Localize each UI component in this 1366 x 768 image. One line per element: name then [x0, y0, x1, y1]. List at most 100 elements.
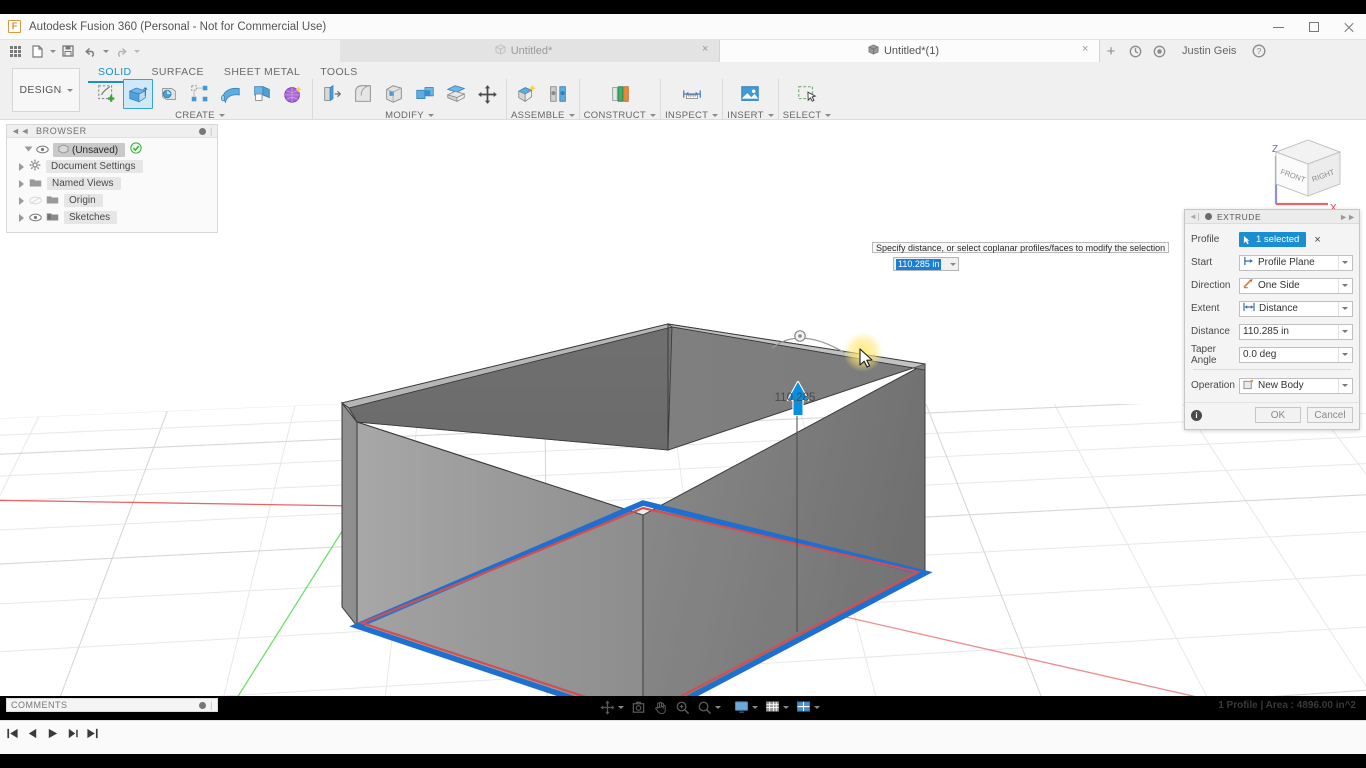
- joint-button[interactable]: [543, 79, 573, 109]
- job-status-icon[interactable]: [1124, 41, 1146, 61]
- sweep-button[interactable]: [216, 79, 246, 109]
- browser-item-document-settings[interactable]: Document Settings: [7, 158, 217, 175]
- browser-root-label[interactable]: (Unsaved): [53, 142, 126, 157]
- browser-item-named-views[interactable]: Named Views: [7, 175, 217, 192]
- close-button[interactable]: [1331, 14, 1366, 40]
- taper-angle-value[interactable]: 0.0 deg: [1243, 349, 1334, 360]
- workspace-switcher-button[interactable]: DESIGN: [12, 68, 80, 112]
- new-sketch-button[interactable]: [92, 79, 122, 109]
- measure-button[interactable]: [677, 79, 707, 109]
- fillet-button[interactable]: [348, 79, 378, 109]
- chevron-down-icon[interactable]: [1338, 324, 1350, 339]
- chevron-down-icon[interactable]: [1338, 347, 1350, 362]
- timeline-step-forward-button[interactable]: [66, 727, 79, 740]
- close-icon[interactable]: ×: [1082, 44, 1091, 55]
- browser-resize-grip[interactable]: |: [210, 126, 213, 136]
- expand-triangle-icon[interactable]: [19, 213, 24, 222]
- drag-grip-icon[interactable]: ◄|: [1189, 212, 1200, 221]
- document-tab-1[interactable]: Untitled*(1) ×: [720, 40, 1100, 62]
- chevron-down-icon[interactable]: [950, 262, 956, 266]
- comments-options-icon[interactable]: [199, 701, 207, 709]
- chevron-down-icon[interactable]: [618, 705, 624, 709]
- user-name-label[interactable]: Justin Geis: [1172, 45, 1246, 57]
- combine-button[interactable]: [410, 79, 440, 109]
- undo-icon[interactable]: [80, 42, 100, 60]
- chevron-down-icon[interactable]: [814, 705, 820, 709]
- comments-resize-grip[interactable]: |: [210, 700, 213, 710]
- direction-combo[interactable]: One Side: [1239, 277, 1353, 294]
- eye-icon[interactable]: [29, 196, 42, 206]
- new-tab-button[interactable]: +: [1100, 41, 1122, 61]
- file-icon[interactable]: [27, 42, 47, 60]
- rectangular-pattern-button[interactable]: [185, 79, 215, 109]
- split-body-button[interactable]: [441, 79, 471, 109]
- create-form-button[interactable]: [278, 79, 308, 109]
- move-copy-button[interactable]: [472, 79, 502, 109]
- timeline-go-start-button[interactable]: [6, 727, 19, 740]
- maximize-button[interactable]: [1296, 14, 1331, 40]
- revolve-button[interactable]: [154, 79, 184, 109]
- dialog-menu-icon[interactable]: [1205, 213, 1212, 220]
- new-component-button[interactable]: [512, 79, 542, 109]
- expand-triangle-icon[interactable]: [19, 162, 24, 171]
- bell-icon[interactable]: [1148, 41, 1170, 61]
- look-at-icon[interactable]: [629, 698, 648, 716]
- extrude-button[interactable]: [123, 79, 153, 109]
- extent-combo[interactable]: Distance: [1239, 300, 1353, 317]
- expand-triangle-icon[interactable]: [19, 179, 24, 188]
- timeline-go-end-button[interactable]: [86, 727, 99, 740]
- undo-dropdown-caret[interactable]: [103, 49, 109, 53]
- taper-angle-field[interactable]: 0.0 deg: [1239, 346, 1353, 363]
- clear-selection-icon[interactable]: ×: [1314, 234, 1320, 246]
- offset-plane-button[interactable]: [605, 79, 635, 109]
- collapse-icon[interactable]: ◄◄: [11, 126, 30, 136]
- loft-button[interactable]: [247, 79, 277, 109]
- document-tab-0[interactable]: Untitled* ×: [340, 40, 720, 62]
- ok-button[interactable]: OK: [1255, 407, 1301, 423]
- comments-panel[interactable]: COMMENTS |: [6, 698, 218, 712]
- view-cube[interactable]: Z X FRONT RIGHT: [1258, 126, 1358, 216]
- operation-combo[interactable]: New Body: [1239, 377, 1353, 394]
- grid-snaps-icon[interactable]: [763, 698, 791, 716]
- viewports-icon[interactable]: [794, 698, 822, 716]
- chevron-down-icon[interactable]: [1338, 255, 1350, 270]
- app-grid-icon[interactable]: [5, 42, 25, 60]
- timeline-step-back-button[interactable]: [26, 727, 39, 740]
- chevron-down-icon[interactable]: [783, 705, 789, 709]
- eye-icon[interactable]: [36, 145, 49, 155]
- select-window-button[interactable]: [792, 79, 822, 109]
- browser-item-origin[interactable]: Origin: [7, 192, 217, 209]
- start-combo[interactable]: Profile Plane: [1239, 254, 1353, 271]
- inline-distance-input[interactable]: 110.285 in: [893, 257, 959, 271]
- save-icon[interactable]: [58, 42, 78, 60]
- press-pull-button[interactable]: [317, 79, 347, 109]
- chevron-down-icon[interactable]: [1338, 301, 1350, 316]
- timeline-play-button[interactable]: [46, 727, 59, 740]
- cancel-button[interactable]: Cancel: [1307, 407, 1353, 423]
- redo-icon[interactable]: [111, 42, 131, 60]
- question-icon[interactable]: ?: [1248, 41, 1270, 61]
- inline-distance-value[interactable]: 110.285 in: [896, 258, 942, 270]
- shell-button[interactable]: [379, 79, 409, 109]
- chevron-down-icon[interactable]: [1338, 278, 1350, 293]
- file-dropdown-caret[interactable]: [50, 49, 56, 53]
- distance-field[interactable]: 110.285 in: [1239, 323, 1353, 340]
- pan-hand-icon[interactable]: [651, 698, 670, 716]
- browser-item-sketches[interactable]: Sketches: [7, 209, 217, 226]
- orbit-icon[interactable]: [598, 698, 626, 716]
- expand-triangle-icon[interactable]: [24, 146, 33, 151]
- chevron-down-icon[interactable]: [1338, 378, 1350, 393]
- distance-value[interactable]: 110.285 in: [1243, 326, 1334, 337]
- insert-image-button[interactable]: [735, 79, 765, 109]
- browser-root-row[interactable]: (Unsaved): [7, 141, 217, 158]
- eye-icon[interactable]: [29, 213, 42, 223]
- extrude-dialog-header[interactable]: ◄| EXTRUDE ►►: [1185, 210, 1359, 224]
- info-icon[interactable]: i: [1191, 409, 1202, 421]
- profile-selection-chip[interactable]: 1 selected: [1239, 232, 1307, 247]
- chevron-down-icon[interactable]: [715, 705, 721, 709]
- zoom-window-icon[interactable]: [695, 698, 723, 716]
- close-icon[interactable]: ×: [702, 44, 711, 55]
- collapse-dialog-icon[interactable]: ►►: [1339, 212, 1356, 222]
- expand-triangle-icon[interactable]: [19, 196, 24, 205]
- zoom-icon[interactable]: [673, 698, 692, 716]
